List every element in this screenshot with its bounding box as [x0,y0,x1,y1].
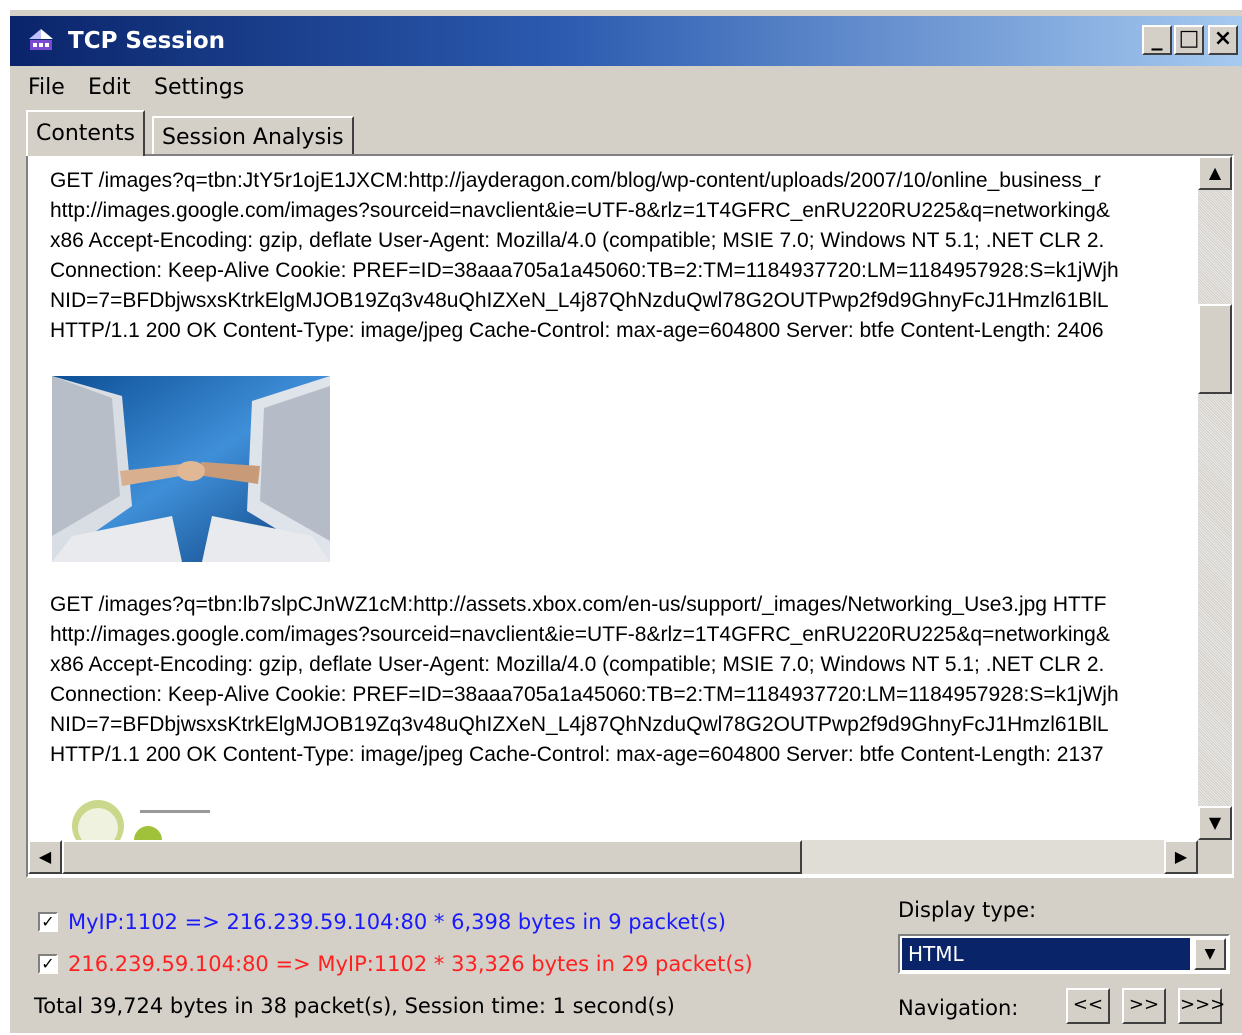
stream-1-checkbox[interactable]: ✓ [38,912,58,932]
scroll-down-button[interactable]: ▼ [1198,806,1232,840]
arrow-left-icon: ◀ [38,847,52,866]
request-block-2: GET /images?q=tbn:lb7slpCJnWZ1cM:http://… [50,590,1198,770]
scroll-left-button[interactable]: ◀ [28,840,62,874]
arrow-down-icon: ▼ [1208,813,1222,832]
session-summary: Total 39,724 bytes in 38 packet(s), Sess… [34,994,675,1018]
checkmark-icon: ✓ [41,954,55,973]
close-icon: × [1213,26,1233,51]
scroll-right-button[interactable]: ▶ [1164,840,1198,874]
app-icon [29,29,53,50]
close-button[interactable]: × [1208,25,1238,55]
display-type-label: Display type: [898,898,1037,922]
stream-1-label: MyIP:1102 => 216.239.59.104:80 * 6,398 b… [68,910,726,934]
menu-file[interactable]: File [28,74,65,102]
request-line: GET /images?q=tbn:JtY5r1ojE1JXCM:http://… [50,169,1101,192]
horizontal-scroll-thumb[interactable] [62,840,802,874]
request-line: NID=7=BFDbjwsxsKtrkElgMJOB19Zq3v48uQhIZX… [50,289,1109,312]
vertical-scrollbar[interactable]: ▲ ▼ [1198,156,1232,840]
request-line: HTTP/1.1 200 OK Content-Type: image/jpeg… [50,319,1104,342]
minimize-button[interactable]: _ [1142,25,1172,55]
request-line: NID=7=BFDbjwsxsKtrkElgMJOB19Zq3v48uQhIZX… [50,713,1109,736]
content-pane: GET /images?q=tbn:JtY5r1ojE1JXCM:http://… [26,154,1234,878]
request-line: http://images.google.com/images?sourceid… [50,199,1110,222]
checkmark-icon: ✓ [41,912,55,931]
nav-next-button[interactable]: >> [1122,988,1166,1024]
stream-2-label: 216.239.59.104:80 => MyIP:1102 * 33,326 … [68,952,753,976]
tab-session-analysis-label: Session Analysis [162,125,344,150]
scroll-up-button[interactable]: ▲ [1198,156,1232,190]
nav-first-button[interactable]: << [1066,988,1110,1024]
arrow-up-icon: ▲ [1208,163,1222,182]
tab-contents-label: Contents [36,121,135,146]
request-line: Connection: Keep-Alive Cookie: PREF=ID=3… [50,259,1119,282]
display-type-value: HTML [902,938,1190,970]
horizontal-scrollbar[interactable]: ◀ ▶ [28,840,1198,874]
request-line: HTTP/1.1 200 OK Content-Type: image/jpeg… [50,743,1104,766]
request-line: x86 Accept-Encoding: gzip, deflate User-… [50,653,1105,676]
scrollbar-corner [1198,840,1232,874]
handshake-image [52,376,330,562]
menu-edit[interactable]: Edit [88,74,131,102]
menu-bar: File Edit Settings [10,70,1242,106]
dropdown-button[interactable]: ▼ [1194,938,1226,970]
nav-next-label: >> [1128,994,1160,1015]
vertical-scroll-thumb[interactable] [1198,304,1232,394]
request-line: GET /images?q=tbn:lb7slpCJnWZ1cM:http://… [50,593,1107,616]
stream-2-checkbox[interactable]: ✓ [38,954,58,974]
tcp-session-window: TCP Session _ □ × File Edit Settings Con… [8,8,1242,1033]
nav-last-button[interactable]: >>> [1178,988,1226,1024]
nav-first-label: << [1072,994,1104,1015]
display-type-select[interactable]: HTML ▼ [898,934,1230,974]
networking-image [52,796,262,840]
minimize-icon: _ [1151,26,1163,51]
window-title: TCP Session [68,28,226,54]
request-line: http://images.google.com/images?sourceid… [50,623,1110,646]
maximize-icon: □ [1178,26,1200,51]
request-line: Connection: Keep-Alive Cookie: PREF=ID=3… [50,683,1119,706]
content-viewport[interactable]: GET /images?q=tbn:JtY5r1ojE1JXCM:http://… [28,156,1198,840]
menu-settings[interactable]: Settings [154,74,244,102]
arrow-right-icon: ▶ [1174,847,1188,866]
tab-contents[interactable]: Contents [26,110,145,156]
navigation-label: Navigation: [898,996,1019,1020]
nav-last-label: >>> [1180,994,1226,1015]
tab-session-analysis[interactable]: Session Analysis [152,116,354,154]
title-bar[interactable]: TCP Session _ □ × [10,16,1242,66]
request-block-1: GET /images?q=tbn:JtY5r1ojE1JXCM:http://… [50,166,1198,346]
chevron-down-icon: ▼ [1204,946,1216,962]
request-line: x86 Accept-Encoding: gzip, deflate User-… [50,229,1105,252]
bottom-panel: ✓ MyIP:1102 => 216.239.59.104:80 * 6,398… [10,882,1242,1035]
maximize-button[interactable]: □ [1174,25,1204,55]
